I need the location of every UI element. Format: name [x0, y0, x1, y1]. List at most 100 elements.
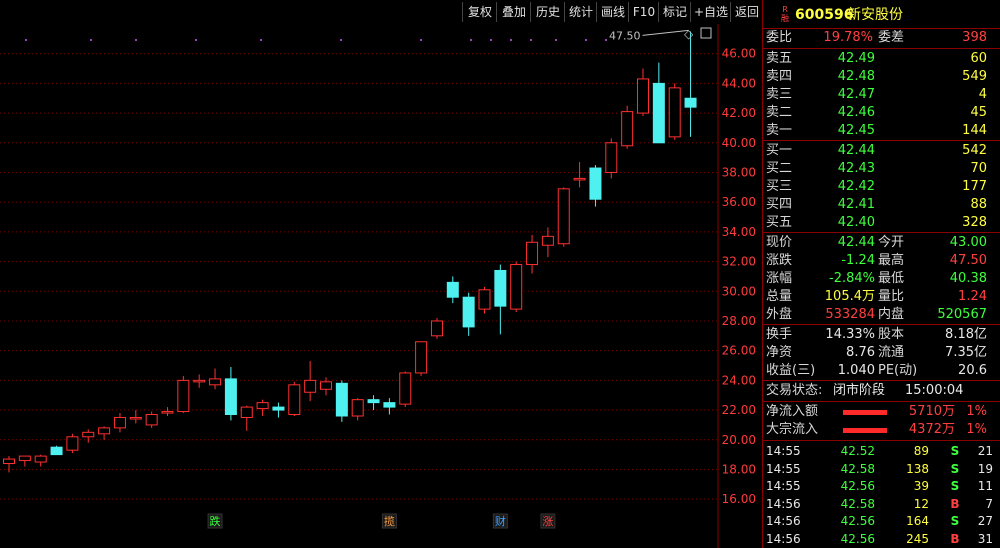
weibi-label: 委比 [766, 30, 793, 45]
toolbar-button-7[interactable]: +自选 [690, 2, 731, 22]
fundamental-row: 净资 8.76 流通 7.35亿 [763, 344, 999, 362]
candle-body-up [145, 414, 158, 426]
rong-badge: R融 [777, 5, 793, 25]
y-tick-label: 30.00 [722, 284, 756, 298]
stock-code: 600596 [795, 7, 854, 23]
ask-row[interactable]: 卖二 42.46 45 [763, 104, 999, 122]
quote-value-2: 43.00 [949, 235, 987, 250]
quote-value: -2.84% [829, 271, 875, 286]
ask-row[interactable]: 卖四 42.48 549 [763, 68, 999, 86]
tick-row[interactable]: 14:56 42.58 12 B 7 [763, 495, 999, 513]
quote-panel: R融 600596 新安股份 委比 19.78% 委差 398 卖五 42.49 6… [762, 0, 1000, 548]
fund-value-2: 7.35亿 [945, 345, 987, 360]
candle-body-down [462, 296, 475, 328]
toolbar-button-3[interactable]: 统计 [564, 2, 597, 22]
info-dot [260, 39, 262, 41]
candle-body-down [50, 446, 63, 456]
quote-value: -1.24 [841, 253, 875, 268]
candle-body-up [351, 399, 364, 417]
fund-label-2: PE(动) [878, 363, 918, 378]
toolbar-button-0[interactable]: 复权 [462, 2, 497, 22]
bid-price: 42.42 [837, 179, 875, 194]
bid-row[interactable]: 买五 42.40 328 [763, 214, 999, 232]
tick-count: 7 [985, 496, 993, 511]
y-tick-label: 18.00 [722, 462, 756, 476]
candle-body-down [494, 269, 507, 307]
info-dot [90, 39, 92, 41]
quote-label-2: 最高 [878, 253, 905, 268]
bid-label: 买一 [766, 143, 793, 158]
tick-row[interactable]: 14:55 42.56 39 S 11 [763, 477, 999, 495]
y-tick-label: 46.00 [722, 47, 756, 61]
candle-body-down [272, 406, 285, 411]
stock-name: 新安股份 [847, 7, 903, 23]
bid-price: 42.44 [837, 143, 875, 158]
candle-body-down [589, 167, 602, 200]
tick-time: 14:55 [766, 479, 801, 493]
fund-value: 14.33% [825, 327, 875, 342]
toolbar-button-4[interactable]: 画线 [596, 2, 629, 22]
quote-value-2: 1.24 [958, 289, 987, 304]
bid-row[interactable]: 买四 42.41 88 [763, 196, 999, 214]
bid-row[interactable]: 买三 42.42 177 [763, 178, 999, 196]
tick-volume: 138 [906, 461, 929, 476]
bid-row[interactable]: 买二 42.43 70 [763, 160, 999, 178]
candle-body-up [526, 241, 539, 266]
y-tick-label: 24.00 [722, 373, 756, 387]
toolbar-button-8[interactable]: 返回 [730, 2, 763, 22]
ask-row[interactable]: 卖一 42.45 144 [763, 122, 999, 140]
tick-count: 31 [977, 531, 993, 546]
info-dot [195, 39, 197, 41]
flow-bar [843, 428, 887, 433]
event-marker-label: 财 [495, 514, 506, 528]
bid-label: 买三 [766, 179, 793, 194]
candle-body-up [415, 341, 428, 374]
info-dot [135, 39, 137, 41]
tick-row[interactable]: 14:56 42.56 245 B 31 [763, 530, 999, 548]
candle-body-down [684, 97, 697, 108]
toolbar-button-5[interactable]: F10 [628, 2, 659, 22]
badge-bottom: 融 [781, 14, 789, 23]
bid-row[interactable]: 买一 42.44 542 [763, 142, 999, 160]
candle-body-down [224, 378, 237, 416]
tick-volume: 39 [913, 479, 929, 493]
candle-body-up [177, 379, 190, 413]
tick-price: 42.58 [840, 461, 875, 476]
info-dot [470, 39, 472, 41]
tick-row[interactable]: 14:56 42.56 164 S 27 [763, 512, 999, 530]
quote-row: 涨跌 -1.24 最高 47.50 [763, 252, 999, 270]
fundamental-row: 收益(三) 1.040 PE(动) 20.6 [763, 362, 999, 380]
candle-body-up [557, 188, 570, 245]
y-tick-label: 16.00 [722, 492, 756, 506]
y-tick-label: 38.00 [722, 165, 756, 179]
kline-chart[interactable]: 16.00 18.00 20.00 22.00 24.00 26.00 28.00 30.00… [0, 24, 760, 548]
quote-value: 533284 [825, 307, 875, 322]
toolbar-button-2[interactable]: 历史 [530, 2, 565, 22]
quote-row: 现价 42.44 今开 43.00 [763, 234, 999, 252]
tick-volume: 12 [913, 496, 929, 511]
quote-label: 外盘 [766, 307, 793, 322]
info-dot [585, 39, 587, 41]
diamond-icon[interactable]: ◇ [684, 27, 694, 41]
event-marker-label: 跌 [210, 514, 221, 528]
tick-volume: 89 [913, 444, 929, 458]
toolbar-button-6[interactable]: 标记 [658, 2, 691, 22]
tick-row[interactable]: 14:55 42.52 89 S 21 [763, 442, 999, 460]
tick-price: 42.56 [840, 479, 875, 493]
ask-row[interactable]: 卖三 42.47 4 [763, 86, 999, 104]
bid-volume: 542 [962, 143, 987, 158]
y-tick-label: 34.00 [722, 225, 756, 239]
ask-price: 42.45 [837, 123, 875, 138]
info-dot [555, 39, 557, 41]
window-icon[interactable] [700, 27, 712, 39]
ask-row[interactable]: 卖五 42.49 60 [763, 50, 999, 68]
candle-body-up [668, 87, 681, 138]
toolbar-button-1[interactable]: 叠加 [496, 2, 531, 22]
badge-top: R [782, 5, 788, 14]
ask-label: 卖二 [766, 105, 793, 120]
tick-direction: B [950, 496, 960, 511]
tick-count: 19 [977, 461, 993, 476]
tick-row[interactable]: 14:55 42.58 138 S 19 [763, 460, 999, 478]
candle-body-up [541, 235, 554, 246]
candle-body-up [478, 289, 491, 310]
